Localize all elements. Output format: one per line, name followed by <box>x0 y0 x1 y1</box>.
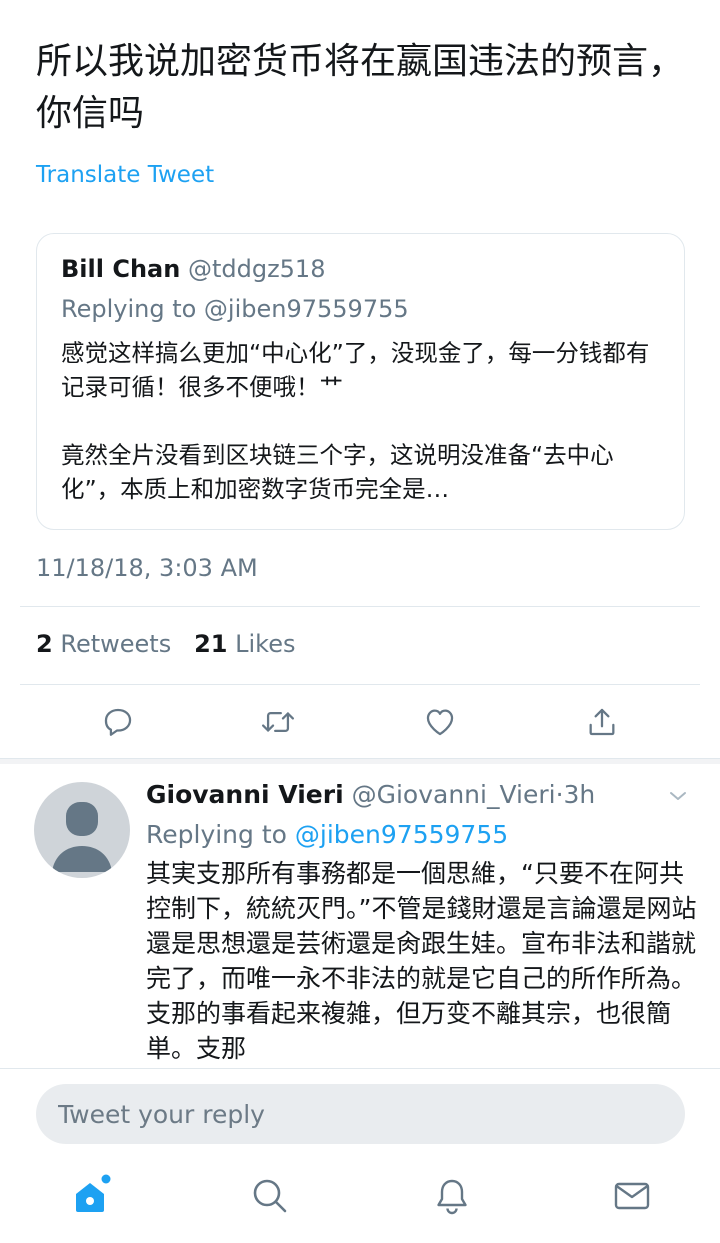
quoted-tweet-body: 感觉这样搞么更加“中心化”了，没现金了，每一分钱都有记录可循！很多不便哦！艹 竟… <box>61 339 650 503</box>
likes-stat[interactable]: 21 Likes <box>194 630 295 658</box>
reply-icon <box>104 708 132 736</box>
share-icon <box>589 708 615 736</box>
retweets-count: 2 <box>36 630 53 658</box>
chevron-down-icon <box>670 792 686 800</box>
reply-author-name[interactable]: Giovanni Vieri <box>146 780 344 809</box>
reply-button[interactable] <box>96 700 140 744</box>
nav-home[interactable] <box>66 1172 114 1220</box>
reply-time: 3h <box>563 780 596 809</box>
translate-tweet-link[interactable]: Translate Tweet <box>36 162 214 188</box>
retweets-stat[interactable]: 2 Retweets <box>36 630 171 658</box>
like-button[interactable] <box>418 700 462 744</box>
bottom-navigation <box>0 1172 720 1232</box>
home-icon <box>76 1174 111 1212</box>
messages-icon <box>614 1182 650 1210</box>
quoted-tweet-card[interactable]: Bill Chan @tddgz518 Replying to @jiben97… <box>36 233 685 530</box>
reply-author-handle[interactable]: @Giovanni_Vieri <box>352 780 556 809</box>
nav-search[interactable] <box>246 1172 294 1220</box>
more-options-button[interactable] <box>666 784 690 808</box>
reply-body: 其実支那所有事務都是一個思維，“只要不在阿共控制下，統統灭門。”不管是錢財還是言… <box>146 859 697 1063</box>
likes-label: Likes <box>235 630 296 658</box>
quoted-author-name[interactable]: Bill Chan <box>61 255 180 283</box>
likes-count: 21 <box>194 630 228 658</box>
tweet-timestamp: 11/18/18, 3:03 AM <box>36 554 258 582</box>
retweet-button[interactable] <box>256 700 300 744</box>
nav-messages[interactable] <box>608 1172 656 1220</box>
share-button[interactable] <box>580 700 624 744</box>
tweet-reply-input[interactable] <box>36 1084 685 1144</box>
divider <box>20 684 700 685</box>
nav-notifications[interactable] <box>428 1172 476 1220</box>
reply-separator: · <box>555 780 564 809</box>
like-icon <box>426 709 454 736</box>
notifications-icon <box>437 1179 467 1215</box>
replying-to-mention[interactable]: @jiben97559755 <box>295 820 508 849</box>
quoted-tweet-header: Bill Chan @tddgz518 <box>61 252 660 286</box>
default-avatar-icon <box>52 802 112 872</box>
tweet-text: 所以我说加密货币将在嬴国违法的预言，你信吗 <box>36 41 685 134</box>
quoted-author-handle[interactable]: @tddgz518 <box>188 255 326 283</box>
section-separator <box>0 758 720 764</box>
tweet-action-bar <box>0 700 720 746</box>
retweets-label: Retweets <box>60 630 172 658</box>
tweet-stats: 2 Retweets 21 Likes <box>36 630 296 658</box>
search-icon <box>253 1179 287 1213</box>
retweet-icon <box>261 711 295 733</box>
divider <box>20 606 700 607</box>
reply-replying-to: Replying to @jiben97559755 <box>146 818 508 852</box>
quoted-replying-to: Replying to @jiben97559755 <box>61 295 409 323</box>
reply-header: Giovanni Vieri @Giovanni_Vieri·3h <box>146 778 595 812</box>
avatar[interactable] <box>34 782 130 878</box>
replying-to-prefix: Replying to <box>146 820 287 849</box>
